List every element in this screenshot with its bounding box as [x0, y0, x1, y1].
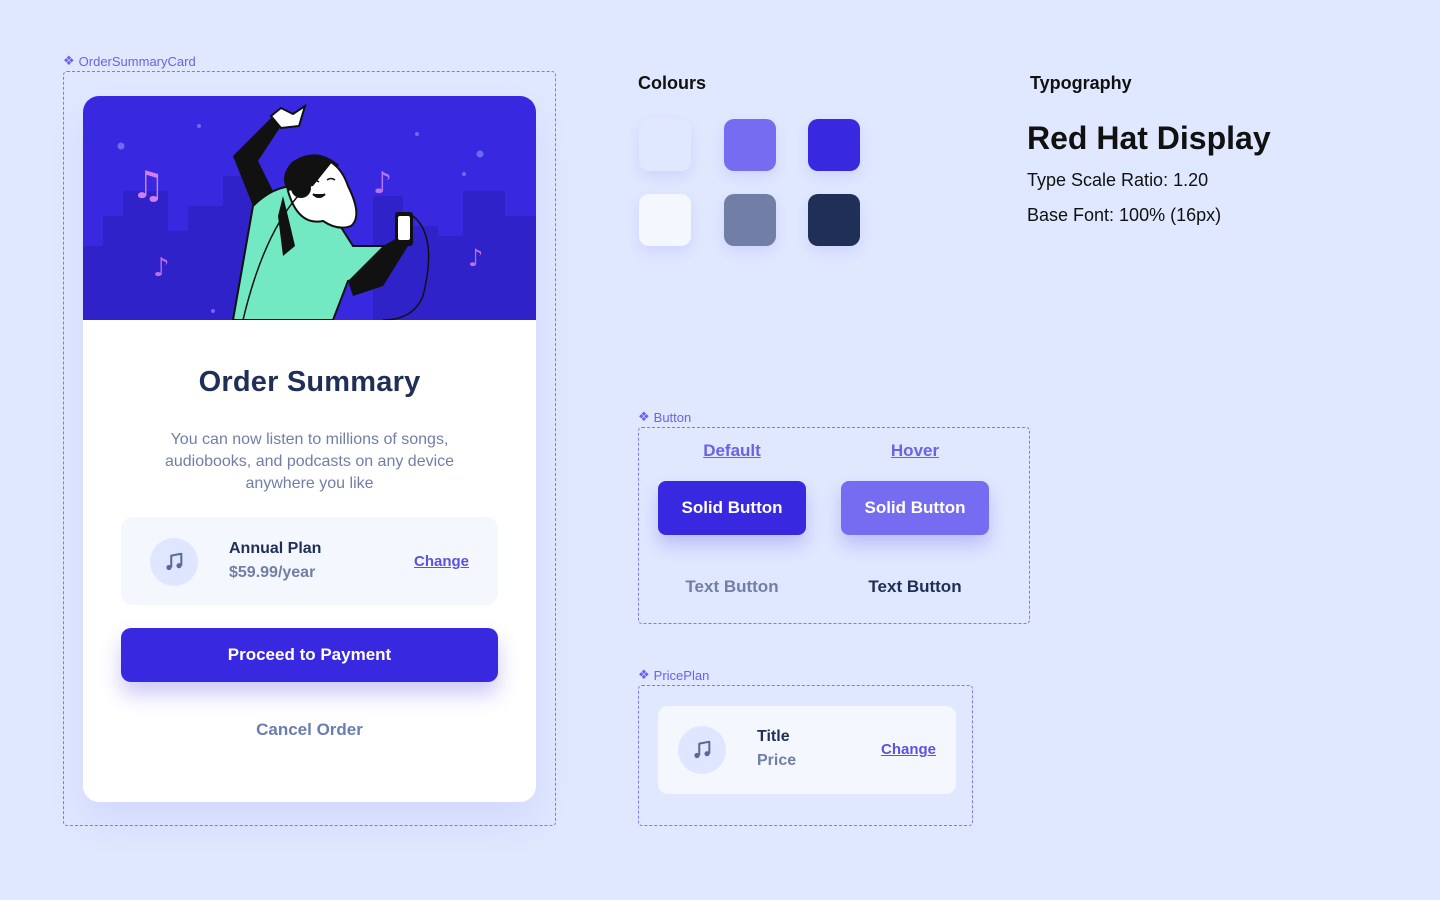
price-plan-change-link[interactable]: Change: [881, 741, 936, 758]
cancel-order-button[interactable]: Cancel Order: [83, 720, 536, 740]
change-plan-link[interactable]: Change: [414, 553, 469, 570]
hover-state-label: Hover: [890, 441, 940, 460]
type-scale-ratio: Type Scale Ratio: 1.20: [1027, 170, 1209, 190]
colour-swatch: [639, 194, 691, 246]
colour-swatch: [724, 194, 776, 246]
hero-illustration-graphic: ♫ ♪ ♪ ♪: [83, 103, 536, 320]
colours-heading: Colours: [638, 73, 707, 93]
price-plan-row: Annual Plan $59.99/year Change: [121, 517, 498, 605]
text-button-hover[interactable]: Text Button: [841, 577, 989, 597]
plan-price: $59.99/year: [229, 564, 316, 581]
card-description: You can now listen to millions of songs,…: [164, 431, 455, 492]
music-note-icon: [150, 538, 198, 586]
price-plan-component: Title Price Change: [658, 706, 956, 794]
svg-text:♪: ♪: [373, 166, 392, 201]
music-note-icon: [678, 726, 726, 774]
text-button-default[interactable]: Text Button: [658, 577, 806, 597]
frame-label-text: PricePlan: [653, 667, 710, 683]
solid-button-default[interactable]: Solid Button: [658, 481, 806, 535]
hero-illustration: ♫ ♪ ♪ ♪: [83, 96, 536, 320]
component-diamond-icon: ❖: [638, 409, 650, 424]
component-diamond-icon: ❖: [638, 667, 650, 682]
colour-swatch: [808, 119, 860, 171]
button-frame-label: ❖ Button: [638, 409, 691, 425]
order-summary-card-frame-label: ❖ OrderSummaryCard: [63, 53, 196, 69]
svg-text:♪: ♪: [153, 253, 170, 283]
card-title: Order Summary: [198, 366, 421, 398]
svg-text:♫: ♫: [131, 163, 165, 207]
solid-button-hover[interactable]: Solid Button: [841, 481, 989, 535]
typography-heading: Typography: [1030, 73, 1132, 93]
colour-swatch: [808, 194, 860, 246]
music-note-icon-graphic: [694, 740, 711, 759]
frame-label-text: OrderSummaryCard: [78, 53, 196, 69]
price-plan-price: Price: [757, 752, 797, 769]
svg-text:♪: ♪: [468, 244, 483, 272]
component-diamond-icon: ❖: [63, 53, 75, 68]
colour-swatch: [639, 119, 691, 171]
price-plan-frame-label: ❖ PricePlan: [638, 667, 709, 683]
price-plan-title: Title: [757, 728, 790, 745]
order-summary-card: ♫ ♪ ♪ ♪ Order Summary You can now listen…: [83, 96, 536, 802]
colour-swatch: [724, 119, 776, 171]
plan-name: Annual Plan: [229, 540, 322, 557]
font-name: Red Hat Display: [1027, 120, 1271, 156]
frame-label-text: Button: [653, 409, 692, 425]
music-note-icon-graphic: [166, 552, 183, 571]
base-font: Base Font: 100% (16px): [1027, 205, 1222, 225]
proceed-to-payment-button[interactable]: Proceed to Payment: [121, 628, 498, 682]
default-state-label: Default: [703, 441, 761, 460]
